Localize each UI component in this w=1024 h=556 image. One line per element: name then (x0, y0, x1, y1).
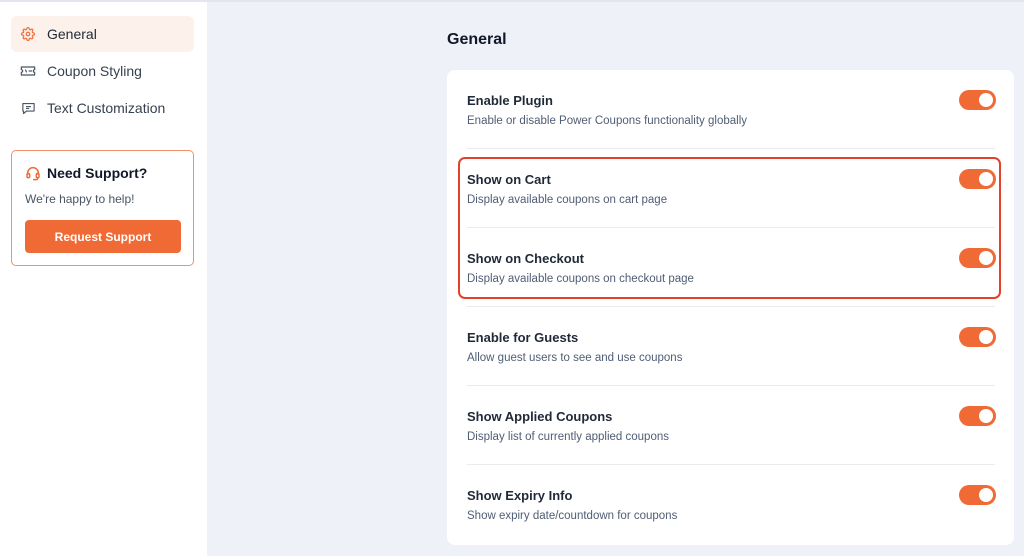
toggle-knob (979, 330, 993, 344)
page-title: General (447, 31, 507, 48)
setting-description: Show expiry date/countdown for coupons (467, 510, 678, 522)
enable-plugin-toggle[interactable] (959, 90, 996, 110)
show-on-cart-toggle[interactable] (959, 169, 996, 189)
support-card: Need Support? We're happy to help! Reque… (11, 150, 194, 266)
support-subtitle: We're happy to help! (25, 192, 135, 206)
chat-bubble-icon (19, 99, 37, 117)
setting-description: Display available coupons on cart page (467, 194, 668, 206)
sidebar: General Coupon Styling Text Customizatio… (0, 2, 207, 556)
setting-row-show-applied-coupons: Show Applied Coupons Display list of cur… (467, 386, 996, 465)
setting-description: Display list of currently applied coupon… (467, 431, 669, 443)
setting-title: Show Applied Coupons (467, 409, 613, 424)
setting-row-enable-plugin: Enable Plugin Enable or disable Power Co… (467, 70, 996, 149)
setting-row-enable-for-guests: Enable for Guests Allow guest users to s… (467, 307, 996, 386)
sidebar-item-label: General (47, 26, 97, 42)
toggle-knob (979, 488, 993, 502)
toggle-knob (979, 172, 993, 186)
setting-description: Allow guest users to see and use coupons (467, 352, 683, 364)
support-title: Need Support? (47, 165, 148, 181)
sidebar-item-label: Text Customization (47, 100, 166, 116)
setting-description: Display available coupons on checkout pa… (467, 273, 694, 285)
settings-panel: Enable Plugin Enable or disable Power Co… (447, 70, 1014, 545)
support-header: Need Support? (25, 165, 147, 181)
sidebar-item-general[interactable]: General (11, 16, 194, 52)
setting-row-show-on-checkout: Show on Checkout Display available coupo… (467, 228, 996, 307)
setting-row-show-expiry-info: Show Expiry Info Show expiry date/countd… (467, 465, 996, 544)
request-support-button[interactable]: Request Support (25, 220, 181, 253)
setting-description: Enable or disable Power Coupons function… (467, 115, 748, 127)
gear-icon (19, 25, 37, 43)
toggle-knob (979, 409, 993, 423)
toggle-knob (979, 93, 993, 107)
ticket-icon (19, 62, 37, 80)
toggle-knob (979, 251, 993, 265)
show-on-checkout-toggle[interactable] (959, 248, 996, 268)
headset-icon (25, 165, 41, 181)
sidebar-item-label: Coupon Styling (47, 63, 142, 79)
show-expiry-info-toggle[interactable] (959, 485, 996, 505)
sidebar-item-coupon-styling[interactable]: Coupon Styling (11, 53, 194, 89)
setting-title: Enable Plugin (467, 93, 553, 108)
setting-row-show-on-cart: Show on Cart Display available coupons o… (467, 149, 996, 228)
setting-title: Show Expiry Info (467, 488, 573, 503)
setting-title: Show on Checkout (467, 251, 584, 266)
show-applied-coupons-toggle[interactable] (959, 406, 996, 426)
enable-for-guests-toggle[interactable] (959, 327, 996, 347)
setting-title: Show on Cart (467, 172, 551, 187)
sidebar-item-text-customization[interactable]: Text Customization (11, 90, 194, 126)
setting-title: Enable for Guests (467, 330, 579, 345)
